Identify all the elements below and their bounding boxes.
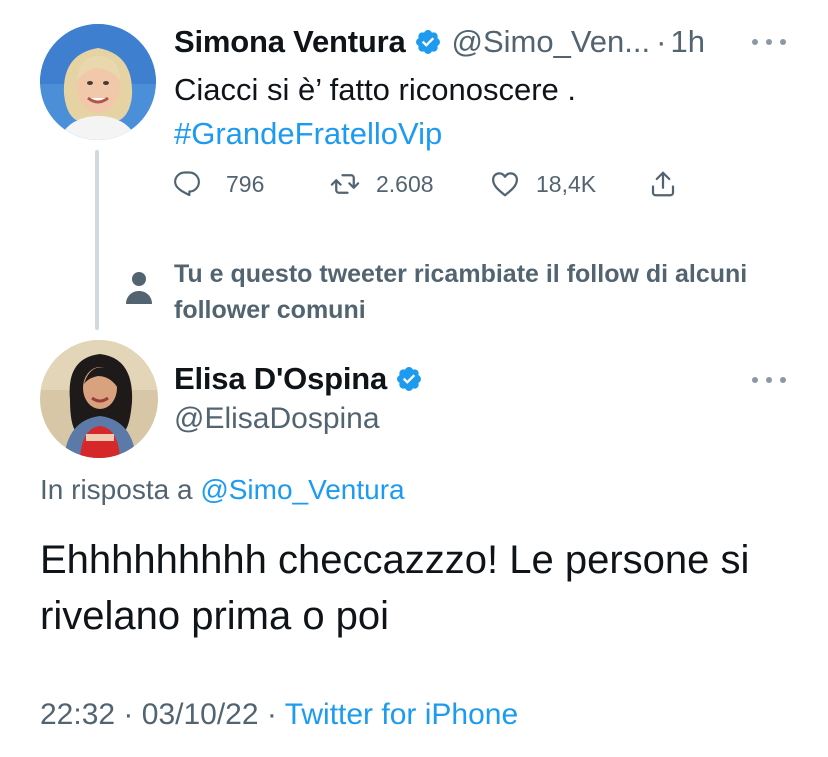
share-button[interactable] [648, 166, 678, 202]
separator-dot: · [656, 24, 667, 59]
retweet-count: 2.608 [376, 170, 434, 197]
retweet-icon [330, 174, 360, 194]
reply-icon [174, 171, 200, 197]
meta-separator: · [266, 698, 277, 731]
heart-icon [492, 172, 518, 197]
retweet-button[interactable]: 2.608 [330, 166, 434, 202]
reply-count: 796 [226, 170, 265, 197]
parent-tweet-body: Ciacci si è’ fatto riconoscere . [174, 72, 577, 107]
avatar-simona[interactable] [40, 24, 156, 140]
parent-tweet-time[interactable]: 1h [670, 24, 704, 60]
verified-badge-icon [395, 365, 423, 393]
person-icon [124, 270, 154, 306]
avatar-simona-image [40, 24, 156, 140]
avatar-elisa-image [40, 340, 158, 458]
share-icon [651, 171, 675, 197]
tweet-source-link[interactable]: Twitter for iPhone [285, 698, 518, 731]
replying-prefix: In risposta a [40, 474, 193, 505]
reply-author-name[interactable]: Elisa D'Ospina [174, 361, 387, 397]
tweet-thread-view: Simona Ventura @Simo_Ven... · 1h Ciacci … [0, 0, 828, 757]
like-button[interactable]: 18,4K [490, 166, 596, 202]
like-count: 18,4K [536, 170, 597, 197]
more-dots-icon[interactable] [752, 370, 786, 390]
parent-tweet-header: Simona Ventura @Simo_Ven... · 1h [174, 22, 794, 62]
parent-tweet-actions: 796 2.608 18,4K [174, 166, 734, 202]
parent-author-name[interactable]: Simona Ventura [174, 24, 406, 60]
replying-mention-link[interactable]: @Simo_Ventura [200, 474, 404, 505]
reply-button[interactable]: 796 [174, 166, 264, 202]
avatar-elisa[interactable] [40, 340, 158, 458]
reply-tweet-text: Ehhhhhhhhh checcazzzo! Le persone si riv… [40, 538, 750, 638]
mutual-follow-context: Tu e questo tweeter ricambiate il follow… [174, 260, 748, 324]
tweet-metadata: 22:32 · 03/10/22 · Twitter for iPhone [40, 698, 518, 732]
reply-tweet-header: Elisa D'Ospina [174, 358, 423, 400]
tweet-time[interactable]: 22:32 [40, 698, 115, 731]
tweet-date[interactable]: 03/10/22 [142, 698, 259, 731]
meta-separator: · [123, 698, 134, 731]
reply-author-handle[interactable]: @ElisaDospina [174, 402, 380, 436]
hashtag-link[interactable]: #GrandeFratelloVip [174, 112, 774, 156]
verified-badge-icon [414, 28, 442, 56]
replying-to-line: In risposta a @Simo_Ventura [40, 474, 405, 506]
parent-author-handle[interactable]: @Simo_Ven... [452, 24, 651, 60]
more-dots-icon[interactable] [752, 32, 786, 52]
parent-tweet-text: Ciacci si è’ fatto riconoscere . #Grande… [174, 68, 774, 156]
thread-connector-line [95, 150, 99, 330]
